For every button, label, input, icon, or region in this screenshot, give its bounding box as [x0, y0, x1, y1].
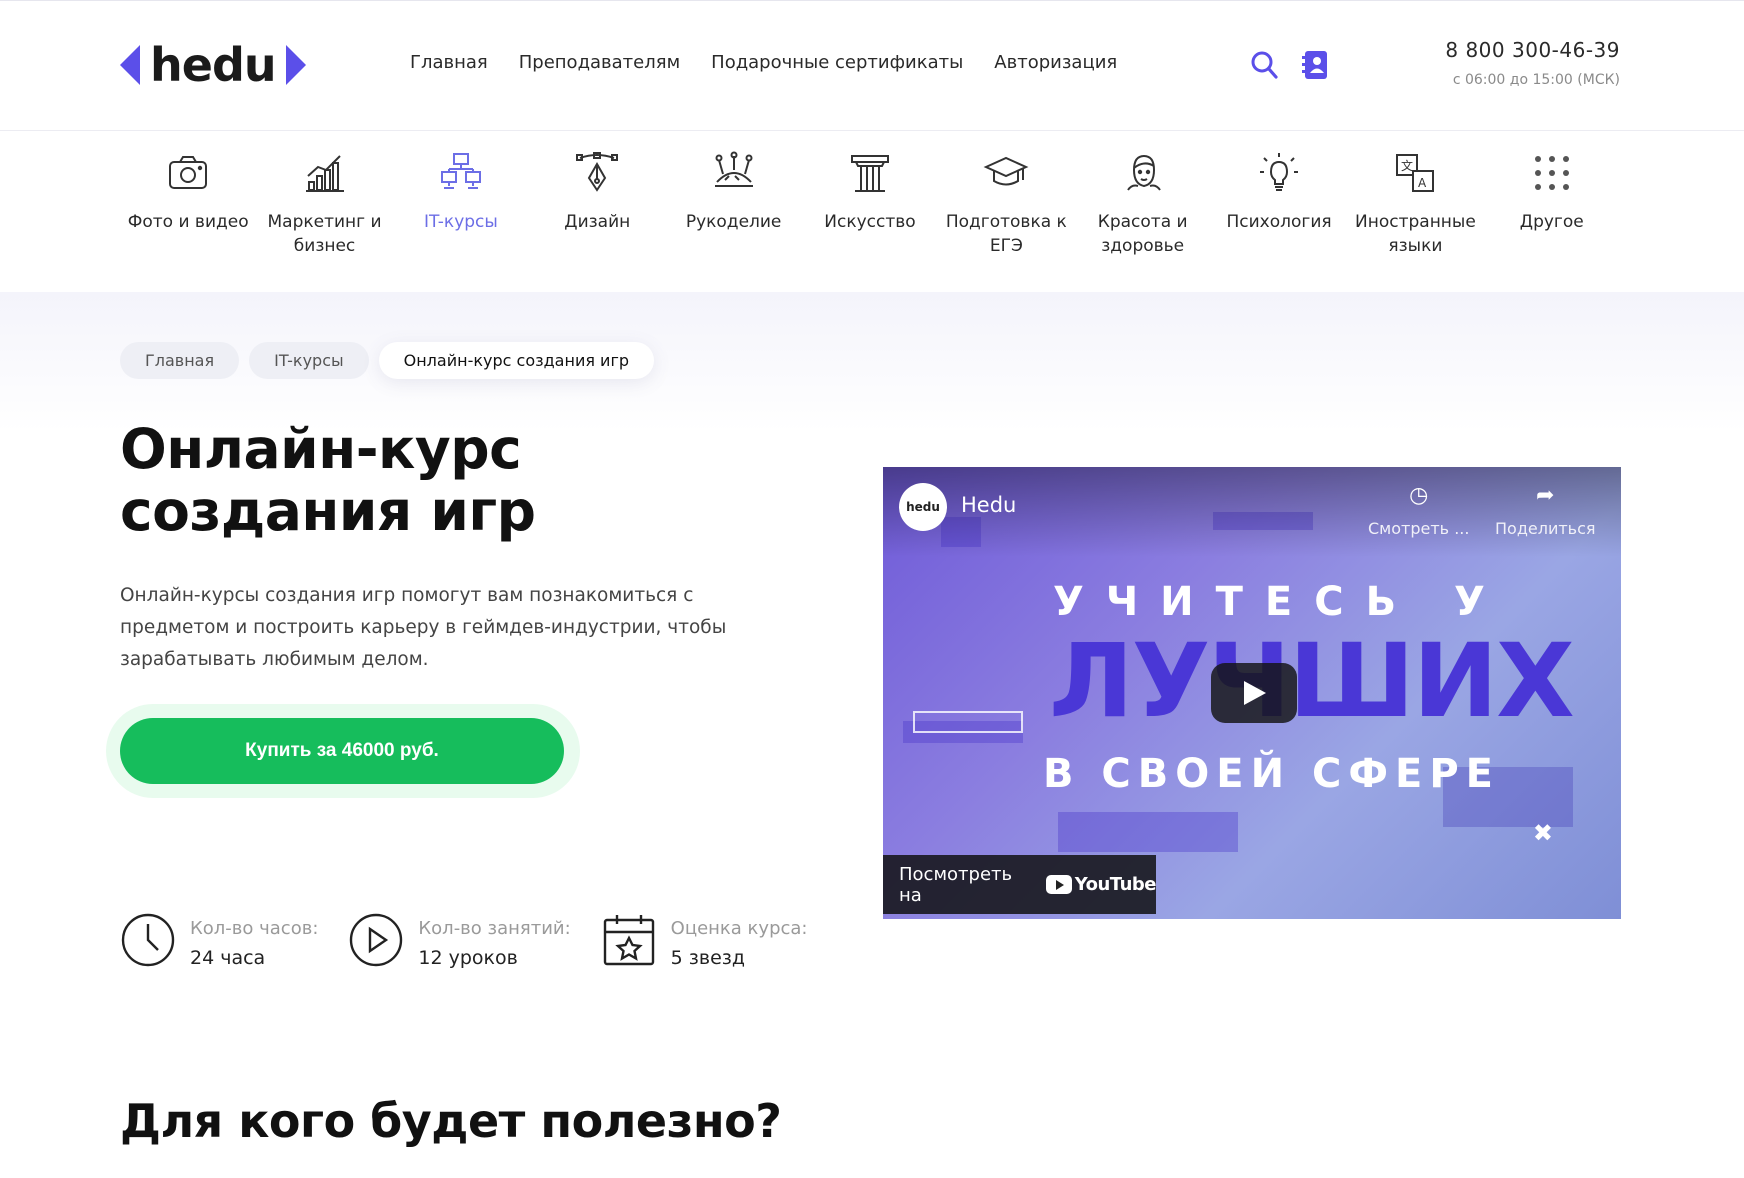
- share-label: Поделиться: [1495, 519, 1596, 538]
- play-circle-icon: [350, 913, 403, 967]
- watch-on-label: Посмотреть на: [899, 863, 1013, 906]
- working-hours: с 06:00 до 15:00 (МСК): [1452, 72, 1620, 88]
- category-exam-prep[interactable]: Подготовка к ЕГЭ: [938, 150, 1074, 258]
- breadcrumb-current: Онлайн-курс создания игр: [378, 342, 655, 379]
- section-title: Для кого будет полезно?: [120, 1094, 782, 1148]
- category-label: Психология: [1226, 212, 1332, 232]
- graduation-cap-icon: [983, 156, 1029, 186]
- channel-name[interactable]: Hedu: [961, 493, 1016, 517]
- logo[interactable]: hedu: [120, 40, 306, 90]
- video-decor-outline: [913, 711, 1023, 733]
- category-art[interactable]: Искусство: [802, 150, 938, 258]
- chart-icon: [305, 155, 344, 192]
- category-psychology[interactable]: Психология: [1211, 150, 1347, 258]
- category-beauty[interactable]: Красота и здоровье: [1075, 150, 1211, 258]
- category-bar: Фото и видео Маркетинг и бизнес IT-курсы…: [120, 150, 1620, 258]
- watch-later-button[interactable]: ◷ Смотреть ...: [1368, 483, 1469, 538]
- share-arrow-icon: ➦: [1536, 483, 1555, 508]
- category-it[interactable]: IT-курсы: [393, 150, 529, 258]
- share-button[interactable]: ➦ Поделиться: [1495, 483, 1596, 538]
- category-label: Дизайн: [564, 212, 631, 232]
- page-title: Онлайн-курс создания игр: [120, 417, 536, 543]
- nav-home[interactable]: Главная: [410, 52, 488, 73]
- course-description: Онлайн-курсы создания игр помогут вам по…: [120, 585, 727, 670]
- breadcrumb-home[interactable]: Главная: [120, 342, 240, 379]
- nav-login[interactable]: Авторизация: [994, 52, 1117, 73]
- breadcrumb-it[interactable]: IT-курсы: [249, 342, 369, 379]
- main-nav: Главная Преподавателям Подарочные сертиф…: [410, 52, 1117, 73]
- category-handicraft[interactable]: Рукоделие: [665, 150, 801, 258]
- channel-avatar[interactable]: hedu: [899, 483, 947, 531]
- face-icon: [1126, 154, 1161, 191]
- category-label: Другое: [1519, 212, 1584, 232]
- category-label: IT-курсы: [423, 212, 498, 232]
- watch-on-youtube-button[interactable]: Посмотреть на YouTube: [883, 855, 1157, 914]
- category-other[interactable]: Другое: [1484, 150, 1620, 258]
- phone-number[interactable]: 8 800 300-46-39: [1445, 38, 1620, 62]
- category-marketing[interactable]: Маркетинг и бизнес: [256, 150, 392, 258]
- youtube-logo: YouTube: [1045, 874, 1157, 895]
- watch-later-label: Смотреть ...: [1368, 519, 1470, 538]
- svg-text:文: 文: [1401, 158, 1413, 173]
- nav-gift-certificates[interactable]: Подарочные сертификаты: [711, 52, 963, 73]
- site-header: hedu Главная Преподавателям Подарочные с…: [0, 0, 1744, 131]
- stat-rating: Оценка курса: 5 звезд: [601, 912, 808, 969]
- breadcrumb: Главная IT-курсы Онлайн-курс создания иг…: [120, 342, 655, 379]
- stat-lessons: Кол-во занятий: 12 уроков: [348, 912, 571, 969]
- clock-icon: [121, 913, 175, 967]
- category-design[interactable]: Дизайн: [529, 150, 665, 258]
- pen-tool-icon: [576, 152, 619, 192]
- video-headline-2: ЛУЧШИХ: [1049, 622, 1575, 741]
- video-headline-1: УЧИТЕСЬ У: [1053, 579, 1507, 625]
- play-button[interactable]: [1211, 663, 1297, 723]
- phone-block: 8 800 300-46-39 с 06:00 до 15:00 (МСК): [1445, 38, 1620, 88]
- translate-icon: 文A: [1396, 154, 1435, 192]
- category-photo-video[interactable]: Фото и видео: [120, 150, 256, 258]
- logo-right-chevron-icon: [285, 45, 306, 85]
- logo-text: hedu: [150, 38, 277, 92]
- svg-text:A: A: [1418, 176, 1427, 190]
- youtube-wordmark: YouTube: [1074, 874, 1157, 895]
- pincushion-icon: [714, 151, 753, 187]
- camera-icon: [169, 156, 208, 189]
- video-headline-3: В СВОЕЙ СФЕРЕ: [1043, 751, 1500, 797]
- clock-icon: ◷: [1409, 483, 1429, 508]
- lightbulb-icon: [1260, 153, 1299, 191]
- category-label: Иностранные языки: [1355, 212, 1476, 256]
- stat-label: Кол-во часов:: [190, 918, 319, 939]
- video-decor: [1058, 812, 1238, 852]
- nav-teachers[interactable]: Преподавателям: [519, 52, 680, 73]
- search-icon[interactable]: [1250, 50, 1278, 80]
- contacts-book-icon[interactable]: [1302, 50, 1330, 80]
- stat-value: 24 часа: [190, 947, 266, 969]
- stat-value: 5 звезд: [670, 947, 746, 969]
- category-label: Красота и здоровье: [1097, 212, 1188, 256]
- course-stats: Кол-во часов: 24 часа Кол-во занятий: 12…: [120, 912, 838, 969]
- category-label: Рукоделие: [685, 212, 782, 232]
- stat-label: Оценка курса:: [670, 918, 808, 939]
- column-icon: [850, 155, 889, 192]
- logo-left-chevron-icon: [120, 45, 140, 85]
- network-icon: [440, 153, 481, 189]
- calendar-star-icon: [603, 915, 654, 966]
- buy-button[interactable]: Купить за 46000 руб.: [120, 718, 564, 784]
- close-icon: ✖: [1532, 819, 1553, 847]
- stat-label: Кол-во занятий:: [418, 918, 571, 939]
- category-languages[interactable]: 文A Иностранные языки: [1347, 150, 1483, 258]
- category-label: Фото и видео: [127, 212, 249, 232]
- stat-hours: Кол-во часов: 24 часа: [120, 912, 318, 969]
- category-label: Маркетинг и бизнес: [267, 212, 382, 256]
- stat-value: 12 уроков: [418, 947, 518, 969]
- video-player[interactable]: hedu Hedu ◷ Смотреть ... ➦ Поделиться УЧ…: [883, 467, 1621, 919]
- grid-dots-icon: [1534, 156, 1569, 190]
- category-label: Подготовка к ЕГЭ: [945, 212, 1067, 256]
- youtube-play-icon: [1045, 875, 1072, 894]
- category-label: Искусство: [824, 212, 916, 232]
